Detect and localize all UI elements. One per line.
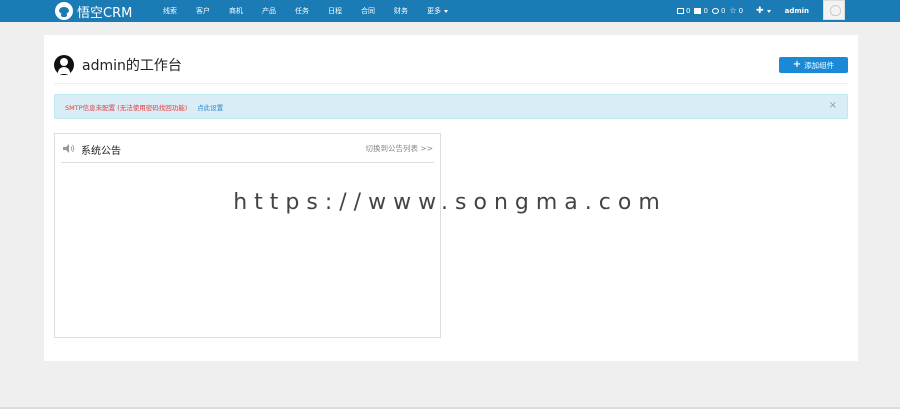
page-title: admin的工作台 xyxy=(82,58,182,74)
tasks-count: 0 xyxy=(703,7,708,15)
settings-indicator[interactable]: 0 xyxy=(711,7,726,15)
inbox-icon xyxy=(694,8,702,14)
user-circle-icon xyxy=(54,55,74,75)
monkey-logo-icon xyxy=(55,2,73,20)
nav-item-calendar[interactable]: 日程 xyxy=(328,6,342,16)
top-navbar: 悟空CRM 线索 客户 商机 产品 任务 日程 合同 财务 更多 0 0 0 ☆… xyxy=(0,0,900,22)
mail-icon xyxy=(677,8,684,14)
nav-item-products[interactable]: 产品 xyxy=(262,6,276,16)
nav-item-finance[interactable]: 财务 xyxy=(394,6,408,16)
add-widget-label: 添加组件 xyxy=(804,60,835,70)
settings-count: 0 xyxy=(720,7,726,15)
close-icon[interactable]: × xyxy=(829,101,837,111)
user-menu[interactable]: admin xyxy=(785,7,809,15)
messages-indicator[interactable]: 0 xyxy=(677,7,690,15)
favorites-indicator[interactable]: ☆ 0 xyxy=(729,6,744,16)
alert-message: SMTP信息未配置 (无法使用密码找回功能) xyxy=(65,103,188,112)
chevron-down-icon xyxy=(444,9,448,13)
nav-item-customers[interactable]: 客户 xyxy=(196,6,210,16)
announcement-list-link[interactable]: 切换到公告列表 >> xyxy=(366,143,433,154)
divider xyxy=(61,162,434,163)
announcement-widget: 系统公告 切换到公告列表 >> xyxy=(54,133,441,338)
alert-settings-link[interactable]: 点此设置 xyxy=(197,102,223,112)
nav-item-opportunities[interactable]: 商机 xyxy=(229,6,243,16)
divider xyxy=(54,83,848,84)
nav-item-contracts[interactable]: 合同 xyxy=(361,6,375,16)
messages-count: 0 xyxy=(686,7,691,15)
plus-icon: + xyxy=(792,59,802,70)
nav-item-tasks[interactable]: 任务 xyxy=(295,6,309,16)
quick-add-menu[interactable]: ✚ xyxy=(756,6,771,16)
nav-more-label: 更多 xyxy=(427,7,441,15)
nav-item-more[interactable]: 更多 xyxy=(427,6,448,16)
tasks-indicator[interactable]: 0 xyxy=(694,7,708,15)
star-icon: ☆ xyxy=(729,6,737,15)
workspace-header: admin的工作台 xyxy=(54,55,182,75)
add-widget-button[interactable]: + 添加组件 xyxy=(779,57,848,73)
watermark: https://www.songma.com xyxy=(233,190,667,215)
header-right: 0 0 0 ☆ 0 ✚ admin xyxy=(677,0,817,22)
gear-icon xyxy=(711,8,719,14)
brand[interactable]: 悟空CRM xyxy=(55,0,132,22)
brand-name: 悟空CRM xyxy=(77,5,133,21)
widget-title: 系统公告 xyxy=(81,146,121,157)
widget-header: 系统公告 切换到公告列表 >> xyxy=(55,134,440,162)
favorites-count: 0 xyxy=(738,7,744,15)
speaker-icon xyxy=(63,144,75,153)
plus-icon: ✚ xyxy=(756,6,764,16)
nav-item-leads[interactable]: 线索 xyxy=(163,6,177,16)
avatar[interactable] xyxy=(823,0,845,20)
main-nav: 线索 客户 商机 产品 任务 日程 合同 财务 更多 xyxy=(163,0,467,22)
chevron-down-icon xyxy=(766,9,771,13)
smtp-alert: SMTP信息未配置 (无法使用密码找回功能) 点此设置 × xyxy=(54,94,848,119)
